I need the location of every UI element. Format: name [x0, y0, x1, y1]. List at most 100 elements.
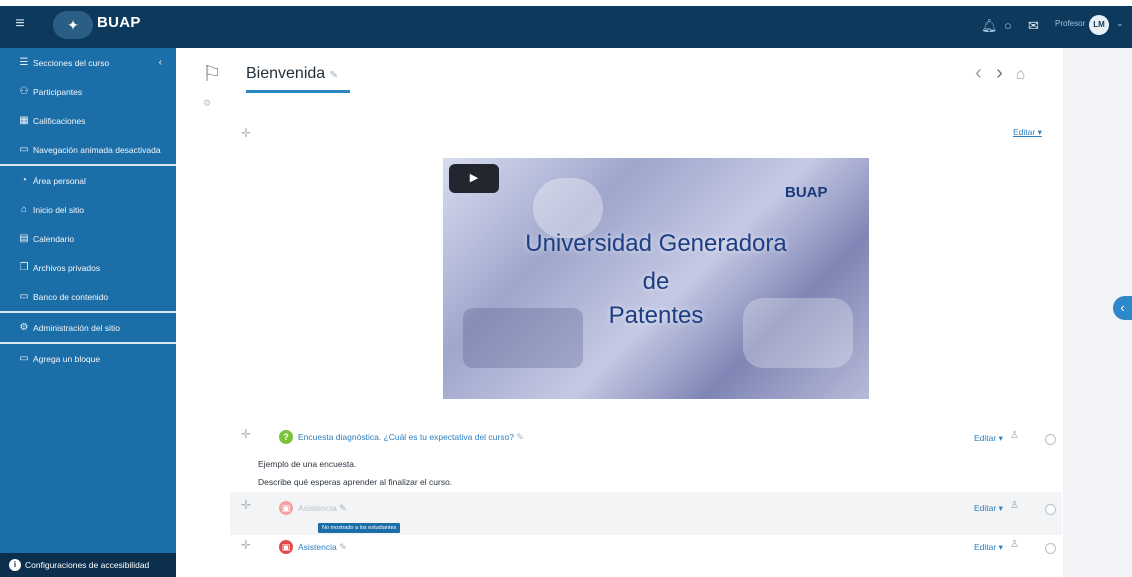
sidebar-item-label: Archivos privados: [33, 262, 101, 273]
pencil-icon[interactable]: ✎: [330, 70, 338, 81]
table-icon: ▦: [19, 115, 29, 126]
flag-icon: ⚐: [202, 61, 222, 86]
play-button[interactable]: ▶: [449, 164, 499, 193]
edit-menu-link[interactable]: Editar ▾: [974, 503, 1003, 514]
dashboard-icon: ◔: [20, 175, 28, 186]
feedback-icon: ?: [279, 430, 293, 444]
accessibility-label: Configuraciones de accesibilidad: [25, 560, 150, 570]
activity-link-encuesta[interactable]: Encuesta diagnóstica. ¿Cuál es tu expect…: [298, 432, 524, 443]
sidebar-item-label: Área personal: [33, 175, 86, 186]
sidebar-item-label: Administración del sitio: [33, 322, 120, 333]
sidebar-section-blocks: ▭ Agrega un bloque: [0, 344, 176, 373]
hidden-from-students-badge: No mostrado a los estudiantes: [318, 523, 401, 533]
collapse-chevron-icon[interactable]: ‹: [159, 57, 162, 68]
move-icon[interactable]: ✛: [241, 427, 251, 441]
main-content: ⚐ Bienvenida ✎ ⚙ ‹ › ⌂ ✛ Editar ▾ ▶ BUAP U…: [188, 48, 1063, 577]
activity-link-asistencia-hidden[interactable]: Asistencia ✎: [298, 503, 347, 514]
sidebar-item-navegacion[interactable]: ▭ Navegación animada desactivada: [0, 135, 176, 164]
activity-name: Asistencia: [298, 503, 337, 513]
edit-menu-link[interactable]: Editar ▾: [1013, 127, 1042, 138]
user-icon[interactable]: ♙: [1010, 500, 1019, 511]
site-brand[interactable]: BUAP: [97, 14, 141, 31]
calendar-icon: ▤: [19, 233, 29, 244]
users-icon: ⚇: [19, 86, 29, 97]
completion-checkbox[interactable]: [1045, 434, 1056, 445]
sidebar-item-inicio[interactable]: ⌂ Inicio del sitio: [0, 195, 176, 224]
edit-label: Editar: [1013, 127, 1036, 137]
pencil-icon[interactable]: ✎: [339, 503, 347, 513]
activity-name: Encuesta diagnóstica. ¿Cuál es tu expect…: [298, 432, 514, 442]
completion-checkbox[interactable]: [1045, 504, 1056, 515]
top-navbar: ≡ ✦ BUAP 🔔︎ ○ ✉ Profesor LM ⌄: [0, 0, 1132, 48]
hamburger-icon[interactable]: ≡: [10, 14, 30, 34]
pencil-icon[interactable]: ✎: [339, 542, 347, 552]
previous-section-icon[interactable]: ‹: [968, 62, 989, 85]
square-icon: ▭: [19, 144, 29, 155]
sidebar-item-label: Banco de contenido: [33, 291, 109, 302]
sidebar: ☰ Secciones del curso ‹ ⚇ Participantes …: [0, 48, 176, 577]
video-title-line: Patentes: [608, 302, 704, 329]
lab-glass-decoration: [533, 178, 603, 238]
sidebar-item-label: Secciones del curso: [33, 57, 110, 68]
attendance-icon: ▣: [279, 501, 293, 515]
move-icon[interactable]: ✛: [241, 126, 251, 140]
move-icon[interactable]: ✛: [241, 538, 251, 552]
title-underline: [246, 90, 350, 93]
sidebar-section-course: ☰ Secciones del curso ‹ ⚇ Participantes …: [0, 48, 176, 166]
accessibility-settings-button[interactable]: i Configuraciones de accesibilidad: [0, 553, 176, 577]
section-title-text: Bienvenida: [246, 65, 326, 82]
info-icon: i: [9, 559, 21, 571]
square-icon: ▭: [19, 353, 29, 364]
video-player[interactable]: ▶ BUAP Universidad Generadora de Patente…: [443, 158, 869, 399]
pencil-icon[interactable]: ✎: [516, 432, 524, 442]
edit-menu-link[interactable]: Editar ▾: [974, 433, 1003, 444]
video-title-line: Universidad Generadora: [525, 230, 787, 257]
video-brand: BUAP: [785, 184, 828, 201]
sidebar-item-archivos[interactable]: ❐ Archivos privados: [0, 253, 176, 282]
page-title: Bienvenida ✎: [246, 65, 338, 83]
box-icon: ▭: [19, 291, 29, 302]
sidebar-section-site: ◔ Área personal ⌂ Inicio del sitio ▤ Cal…: [0, 166, 176, 313]
sidebar-item-banco[interactable]: ▭ Banco de contenido: [0, 282, 176, 311]
next-section-icon[interactable]: ›: [989, 62, 1010, 85]
activity-description: Describe qué esperas aprender al finaliz…: [258, 477, 453, 487]
user-menu-caret-icon[interactable]: ⌄: [1116, 18, 1124, 29]
sidebar-item-label: Calendario: [33, 233, 75, 244]
chat-icon[interactable]: ○: [1004, 18, 1012, 34]
attendance-icon: ▣: [279, 540, 293, 554]
sidebar-item-area-personal[interactable]: ◔ Área personal: [0, 166, 176, 195]
sidebar-item-agrega-bloque[interactable]: ▭ Agrega un bloque: [0, 344, 176, 373]
activity-link-asistencia[interactable]: Asistencia ✎: [298, 542, 347, 553]
edit-label: Editar: [974, 503, 997, 513]
sidebar-item-secciones[interactable]: ☰ Secciones del curso ‹: [0, 48, 176, 77]
gear-icon: ⚙: [19, 322, 29, 333]
section-navigation: ‹ › ⌂: [968, 62, 1031, 85]
move-icon[interactable]: ✛: [241, 498, 251, 512]
activity-description: Ejemplo de una encuesta.: [258, 459, 357, 469]
sidebar-item-administracion[interactable]: ⚙ Administración del sitio: [0, 313, 176, 342]
files-icon: ❐: [19, 262, 29, 273]
avatar[interactable]: LM: [1089, 15, 1109, 35]
activity-name: Asistencia: [298, 542, 337, 552]
user-icon[interactable]: ♙: [1010, 539, 1019, 550]
user-role: Profesor: [1055, 19, 1086, 28]
sidebar-item-label: Navegación animada desactivada: [33, 144, 161, 155]
edit-menu-link[interactable]: Editar ▾: [974, 542, 1003, 553]
sidebar-item-label: Inicio del sitio: [33, 204, 85, 215]
buap-logo[interactable]: ✦: [53, 11, 93, 39]
open-drawer-button[interactable]: ‹: [1113, 296, 1132, 320]
sidebar-item-participantes[interactable]: ⚇ Participantes: [0, 77, 176, 106]
envelope-icon[interactable]: ✉: [1028, 18, 1039, 34]
sidebar-section-admin: ⚙ Administración del sitio: [0, 313, 176, 344]
completion-checkbox[interactable]: [1045, 543, 1056, 554]
video-title-line: de: [642, 268, 670, 295]
bell-icon[interactable]: 🔔︎: [981, 18, 998, 34]
home-icon[interactable]: ⌂: [1010, 66, 1031, 84]
edit-label: Editar: [974, 542, 997, 552]
sidebar-item-label: Agrega un bloque: [33, 353, 101, 364]
gear-icon[interactable]: ⚙: [203, 98, 211, 109]
user-icon[interactable]: ♙: [1010, 430, 1019, 441]
sidebar-item-label: Calificaciones: [33, 115, 86, 126]
sidebar-item-calendario[interactable]: ▤ Calendario: [0, 224, 176, 253]
sidebar-item-calificaciones[interactable]: ▦ Calificaciones: [0, 106, 176, 135]
